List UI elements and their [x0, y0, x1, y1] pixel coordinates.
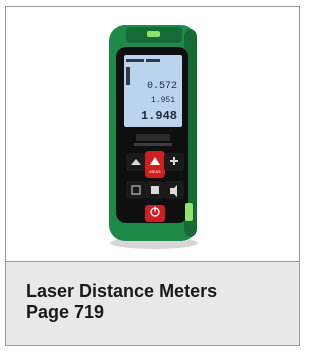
product-card[interactable]: 0.572 1.951 1.948 MEAS Laser Distance Me… [5, 6, 300, 346]
display-line-1: 0.572 [147, 81, 177, 92]
measure-label: MEAS [149, 169, 161, 174]
product-title: Laser Distance Meters [26, 281, 218, 301]
product-image: 0.572 1.951 1.948 MEAS [109, 25, 198, 249]
product-image-area[interactable]: 0.572 1.951 1.948 MEAS [6, 7, 299, 262]
function-button-3 [126, 181, 146, 199]
display-line-2: 1.951 [151, 96, 175, 105]
product-page: Page 719 [26, 302, 105, 322]
product-caption: Laser Distance Meters Page 719 [6, 262, 299, 345]
side-level-icon [185, 203, 193, 221]
display-line-3: 1.948 [141, 109, 177, 123]
level-bubble-icon [147, 31, 160, 37]
